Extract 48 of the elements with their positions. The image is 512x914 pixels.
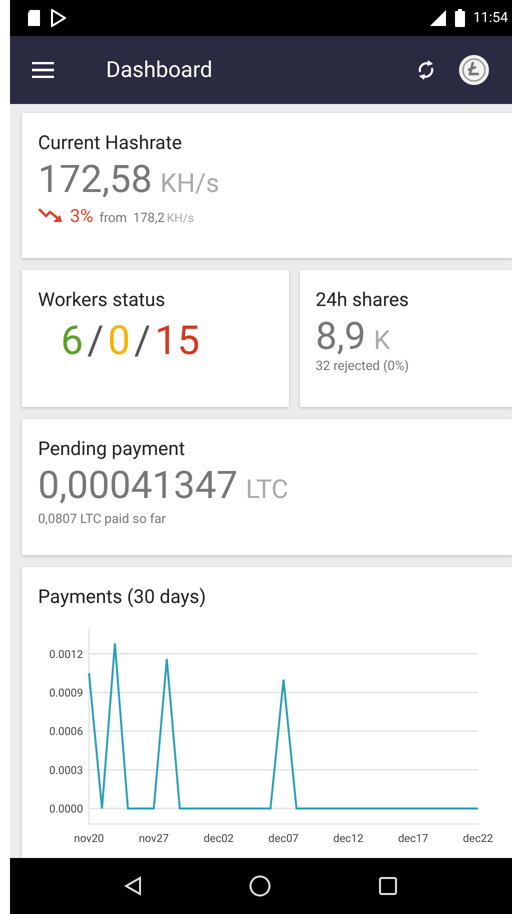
battery-icon — [455, 9, 466, 27]
rejected-note: 32 rejected (0%) — [316, 359, 410, 374]
home-icon[interactable] — [248, 875, 271, 897]
card-title: Payments (30 days) — [38, 585, 207, 608]
separator-slash: / — [134, 317, 151, 364]
x-tick-label: dec17 — [398, 832, 428, 845]
refresh-icon[interactable] — [416, 59, 436, 81]
hashrate-unit: KH/s — [160, 169, 220, 199]
trend-down-icon — [38, 206, 64, 222]
back-icon[interactable] — [124, 876, 142, 896]
separator-slash: / — [87, 317, 104, 364]
menu-icon[interactable] — [32, 62, 54, 78]
y-tick-label: 0.0012 — [49, 648, 83, 661]
previous-unit: KH/s — [166, 211, 194, 225]
card-title: 24h shares — [316, 288, 410, 311]
signal-icon — [429, 9, 448, 27]
screen-title: Dashboard — [106, 58, 214, 82]
x-tick-label: dec07 — [268, 832, 299, 845]
worker-count: 6 — [60, 317, 84, 364]
paid-text: paid so far — [104, 512, 166, 527]
card-title: Pending payment — [38, 437, 186, 460]
y-tick-label: 0.0003 — [49, 764, 83, 777]
hashrate-value: 172,58 — [38, 158, 152, 202]
x-tick-label: nov27 — [138, 832, 169, 845]
card-title: Current Hashrate — [38, 131, 183, 154]
worker-count: 15 — [154, 317, 200, 364]
x-tick-label: dec22 — [462, 832, 494, 845]
pending-unit: LTC — [246, 475, 288, 505]
shares-unit: K — [374, 326, 390, 356]
worker-count: 0 — [108, 317, 130, 364]
pending-value: 0,00041347 — [38, 464, 238, 508]
x-tick-label: nov20 — [74, 832, 104, 845]
x-tick-label: dec02 — [204, 832, 234, 845]
shares-value: 8,9 — [316, 315, 366, 359]
y-tick-label: 0.0000 — [49, 802, 83, 816]
change-percent: 3% — [70, 206, 94, 227]
sd-card-icon — [26, 9, 42, 27]
coin-icon[interactable] — [458, 54, 490, 86]
x-tick-label: dec12 — [333, 832, 364, 845]
recents-icon[interactable] — [378, 876, 398, 896]
previous-hashrate: 178,2 — [132, 211, 165, 226]
paid-value: 0,0807 — [38, 512, 78, 527]
card-title: Workers status — [38, 288, 166, 311]
paid-unit: LTC — [80, 512, 102, 527]
y-tick-label: 0.0009 — [49, 686, 83, 700]
from-label: from — [99, 211, 127, 226]
status-time: 11:54 — [473, 10, 508, 26]
y-tick-label: 0.0006 — [49, 725, 83, 738]
